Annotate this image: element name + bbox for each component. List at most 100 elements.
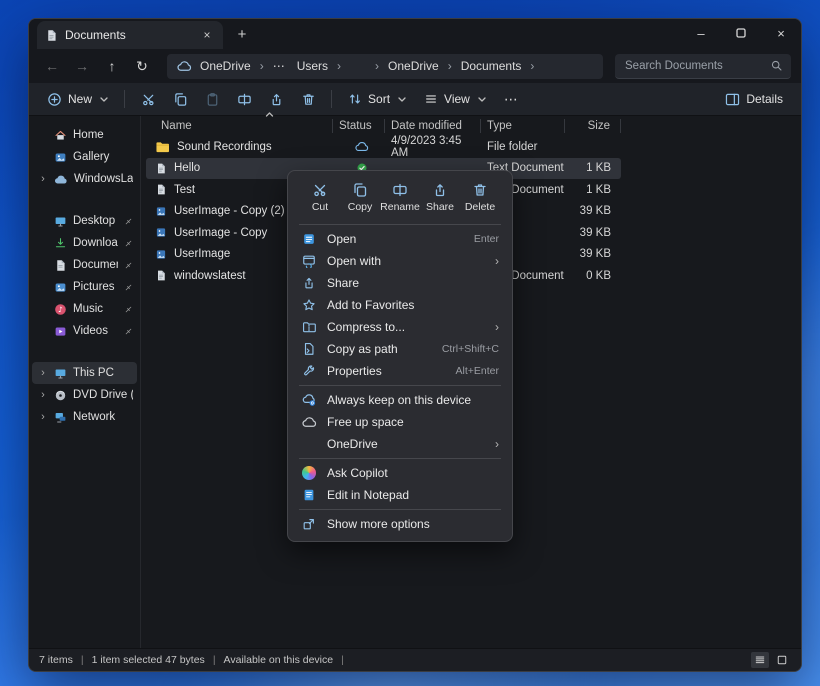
chevron-right-icon[interactable]: › [38,173,48,185]
breadcrumb-user-hidden[interactable] [346,65,370,67]
column-header-status[interactable]: Status [333,119,385,133]
back-button[interactable]: ← [39,54,65,78]
network-icon [54,411,67,424]
new-tab-button[interactable]: + [229,23,255,47]
menu-item-compress-to[interactable]: Compress to... › [293,316,507,338]
open-icon [301,231,317,247]
new-button-label: New [68,92,92,106]
large-icons-view-icon[interactable] [773,652,791,668]
rename-button[interactable] [229,87,259,111]
sidebar-item-music[interactable]: ♪ Music [32,298,137,320]
column-header-type[interactable]: Type [481,119,565,133]
maximize-button[interactable] [721,19,761,47]
sidebar-item-this-pc[interactable]: › This PC [32,362,137,384]
sidebar-item-videos[interactable]: Videos [32,320,137,342]
sidebar-item-documents[interactable]: Documents [32,254,137,276]
delete-icon [472,182,488,198]
details-pane-button[interactable]: Details [717,88,791,110]
breadcrumb-onedrive[interactable]: OneDrive [196,58,255,74]
breadcrumb[interactable]: OneDrive › ⋯ Users › › OneDrive › Docume… [167,54,603,79]
details-view-icon[interactable] [751,652,769,668]
menu-item-copy-as-path[interactable]: Copy as path Ctrl+Shift+C [293,338,507,360]
sidebar-item-label: Videos [73,325,118,337]
search-box[interactable] [615,54,791,79]
context-delete-button[interactable]: Delete [461,180,499,215]
menu-item-open[interactable]: Open Enter [293,228,507,250]
window-controls: – × [681,19,801,47]
sidebar-item-pictures[interactable]: Pictures [32,276,137,298]
chevron-right-icon[interactable]: › [38,389,48,401]
zip-folder-icon [301,319,317,335]
column-header-date-modified[interactable]: Date modified [385,119,481,133]
see-more-button[interactable]: ⋯ [496,87,527,112]
sidebar-item-network[interactable]: › Network [32,406,137,428]
sidebar-item-label: Home [73,129,133,141]
chevron-right-icon[interactable]: › [38,411,48,423]
context-copy-button[interactable]: Copy [341,180,379,215]
menu-item-show-more-options[interactable]: Show more options [293,513,507,535]
sidebar-item-label: Pictures [73,281,118,293]
status-bar: 7 items | 1 item selected 47 bytes | Ava… [29,648,801,671]
forward-button[interactable]: → [69,54,95,78]
menu-item-free-up-space[interactable]: Free up space [293,411,507,433]
breadcrumb-onedrive2[interactable]: OneDrive [384,58,443,74]
menu-item-properties[interactable]: Properties Alt+Enter [293,360,507,382]
tab-documents[interactable]: Documents × [37,21,223,49]
delete-button[interactable] [293,87,323,111]
menu-item-share[interactable]: Share [293,272,507,294]
breadcrumb-chevron-icon: › [374,59,380,73]
refresh-button[interactable]: ↻ [129,54,155,78]
breadcrumb-overflow[interactable]: ⋯ [269,58,289,74]
tab-close-icon[interactable]: × [199,27,215,43]
new-button[interactable]: New [39,88,116,111]
view-button[interactable]: View [416,88,494,110]
column-headers: Name Status Date modified Type Size [141,116,801,136]
context-cut-button[interactable]: Cut [301,180,339,215]
copy-button[interactable] [165,87,195,111]
menu-item-always-keep-on-device[interactable]: Always keep on this device [293,389,507,411]
up-button[interactable]: ↑ [99,54,125,78]
close-button[interactable]: × [761,19,801,47]
sidebar-item-dvd-drive[interactable]: › DVD Drive (D:) CCC [32,384,137,406]
show-more-options-icon [301,516,317,532]
copy-as-path-icon [301,341,317,357]
context-share-button[interactable]: Share [421,180,459,215]
breadcrumb-documents[interactable]: Documents [457,58,526,74]
breadcrumb-chevron-icon: › [529,59,535,73]
context-menu: Cut Copy Rename Share [287,170,513,542]
sidebar-item-onedrive[interactable]: › WindowsLatest - P [32,168,137,190]
home-icon [54,129,67,142]
search-input[interactable] [623,59,770,73]
menu-item-onedrive[interactable]: OneDrive › [293,433,507,455]
submenu-chevron-icon: › [495,437,499,451]
cloud-icon [301,414,317,430]
file-type: File folder [481,141,565,153]
sidebar-item-gallery[interactable]: Gallery [32,146,137,168]
menu-item-edit-in-notepad[interactable]: Edit in Notepad [293,484,507,506]
menu-item-open-with[interactable]: Open with › [293,250,507,272]
sidebar-item-home[interactable]: Home [32,124,137,146]
this-pc-icon [54,367,67,380]
onedrive-cloud-icon [177,60,192,72]
shortcut-label: Ctrl+Shift+C [442,343,499,355]
chevron-right-icon[interactable]: › [38,367,48,379]
column-header-size[interactable]: Size [565,119,621,133]
image-file-icon [155,205,167,218]
sidebar-item-label: Music [73,303,118,315]
address-bar: ← → ↑ ↻ OneDrive › ⋯ Users › › OneDrive … [29,49,801,83]
menu-item-add-to-favorites[interactable]: Add to Favorites [293,294,507,316]
minimize-button[interactable]: – [681,19,721,47]
cut-button[interactable] [133,87,163,111]
context-rename-button[interactable]: Rename [381,180,419,215]
breadcrumb-users[interactable]: Users [293,58,332,74]
file-row-sound-recordings[interactable]: Sound Recordings 4/9/2023 3:45 AM File f… [146,136,621,158]
paste-button[interactable] [197,87,227,111]
share-button[interactable] [261,87,291,111]
sidebar-item-desktop[interactable]: Desktop [32,210,137,232]
sort-button[interactable]: Sort [340,88,414,110]
pin-icon [124,239,133,248]
sidebar-item-label: Downloads [73,237,118,249]
sidebar-item-downloads[interactable]: Downloads [32,232,137,254]
column-header-name[interactable]: Name [155,119,333,133]
menu-item-ask-copilot[interactable]: Ask Copilot [293,462,507,484]
